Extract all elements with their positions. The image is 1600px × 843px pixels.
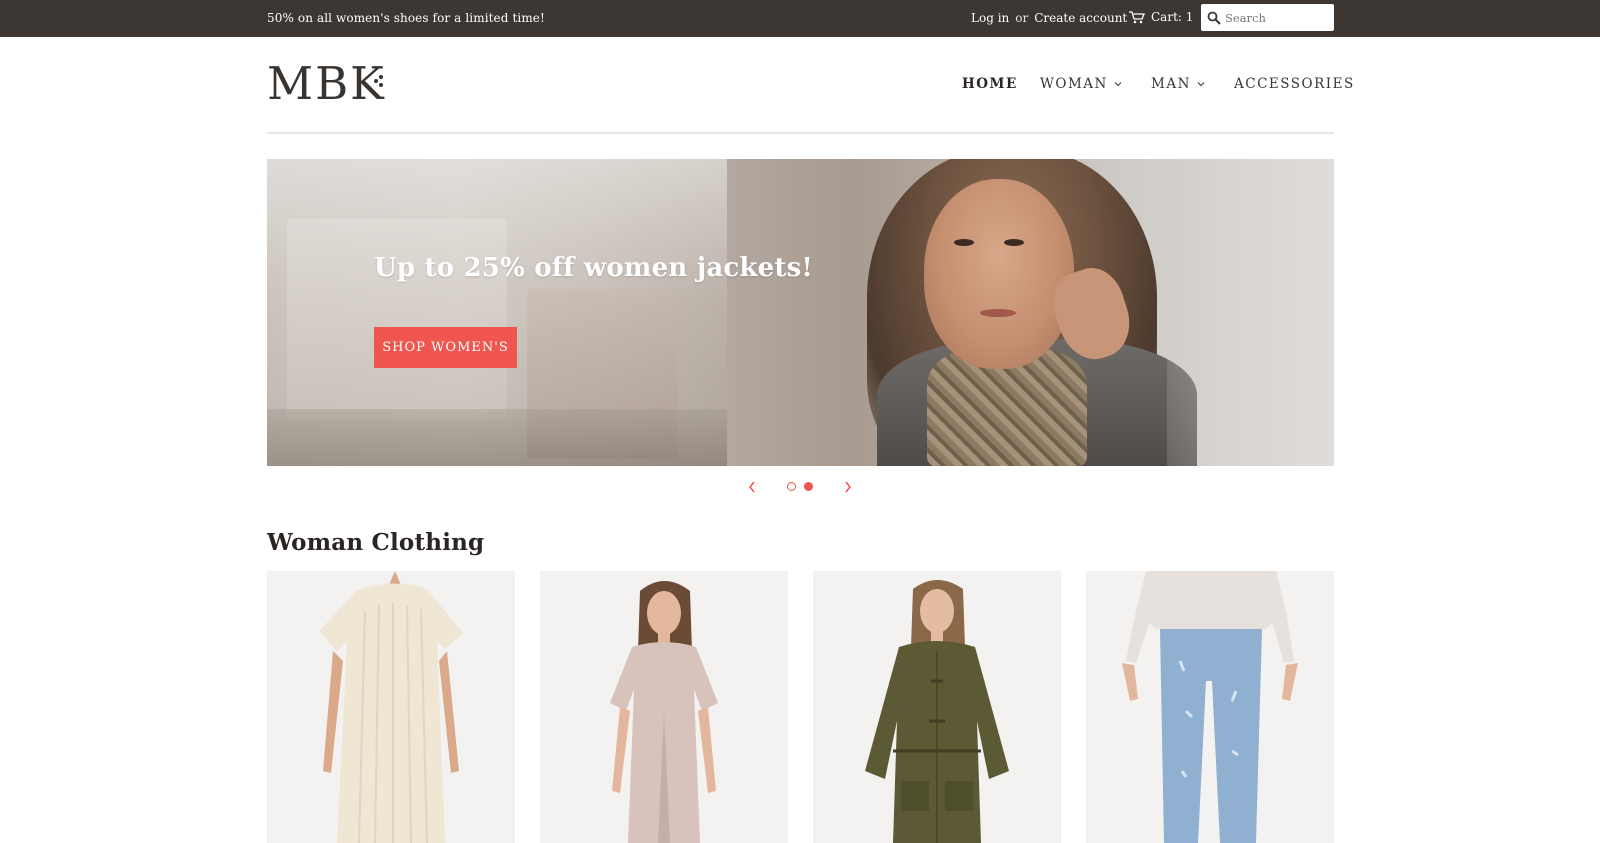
announcement-text: 50% on all women's shoes for a limited t… [267,11,545,25]
cart-icon [1129,10,1145,23]
nav-home[interactable]: HOME [962,76,1018,92]
chevron-left-icon[interactable] [748,481,756,493]
nav-woman-label: WOMAN [1040,76,1108,92]
logo-dots-icon [374,75,383,87]
cart-link[interactable]: Cart: 1 [1129,10,1193,24]
chevron-down-icon [1114,82,1122,87]
product-image-blush-jumpsuit [540,571,788,843]
nav-woman[interactable]: WOMAN [1040,76,1122,92]
hero-heading: Up to 25% off women jackets! [374,253,814,283]
product-card[interactable] [1086,571,1334,843]
hero-model-face [924,179,1074,369]
hero-model-eye [954,239,974,246]
hero-street-shape [267,409,727,466]
nav-accessories-label: ACCESSORIES [1234,76,1355,92]
hero-model-eye [1004,239,1024,246]
product-image-cream-dress [267,571,515,843]
nav-accessories[interactable]: ACCESSORIES [1234,76,1355,92]
search-box [1201,4,1334,31]
chevron-down-icon [1197,82,1205,87]
header-divider [267,132,1334,134]
product-image-olive-jacket [813,571,1061,843]
hero-building-shape [287,219,507,419]
hero-background-wall [1167,159,1334,466]
product-card[interactable] [813,571,1061,843]
slide-dot-2[interactable] [804,482,813,491]
account-links: Log in or Create account [971,11,1127,25]
nav-man[interactable]: MAN [1151,76,1205,92]
announcement-bar: 50% on all women's shoes for a limited t… [0,0,1600,37]
product-card[interactable] [267,571,515,843]
chevron-right-icon[interactable] [844,481,852,493]
or-text: or [1015,11,1029,25]
search-input[interactable] [1225,7,1325,28]
login-link[interactable]: Log in [971,11,1009,25]
cart-label: Cart: 1 [1151,10,1194,24]
section-title: Woman Clothing [267,529,485,556]
nav-home-label: HOME [962,76,1018,92]
search-icon[interactable] [1207,11,1221,25]
site-logo[interactable]: MBK [267,60,386,108]
slide-dot-1[interactable] [787,482,796,491]
hero-model-mouth [980,309,1016,317]
create-account-link[interactable]: Create account [1034,11,1127,25]
product-image-blue-jeans [1086,571,1334,843]
nav-man-label: MAN [1151,76,1191,92]
hero-slide: Up to 25% off women jackets! SHOP WOMEN'… [267,159,1334,466]
product-card[interactable] [540,571,788,843]
shop-womens-button[interactable]: SHOP WOMEN'S [374,327,517,368]
logo-text: MBK [267,57,386,110]
